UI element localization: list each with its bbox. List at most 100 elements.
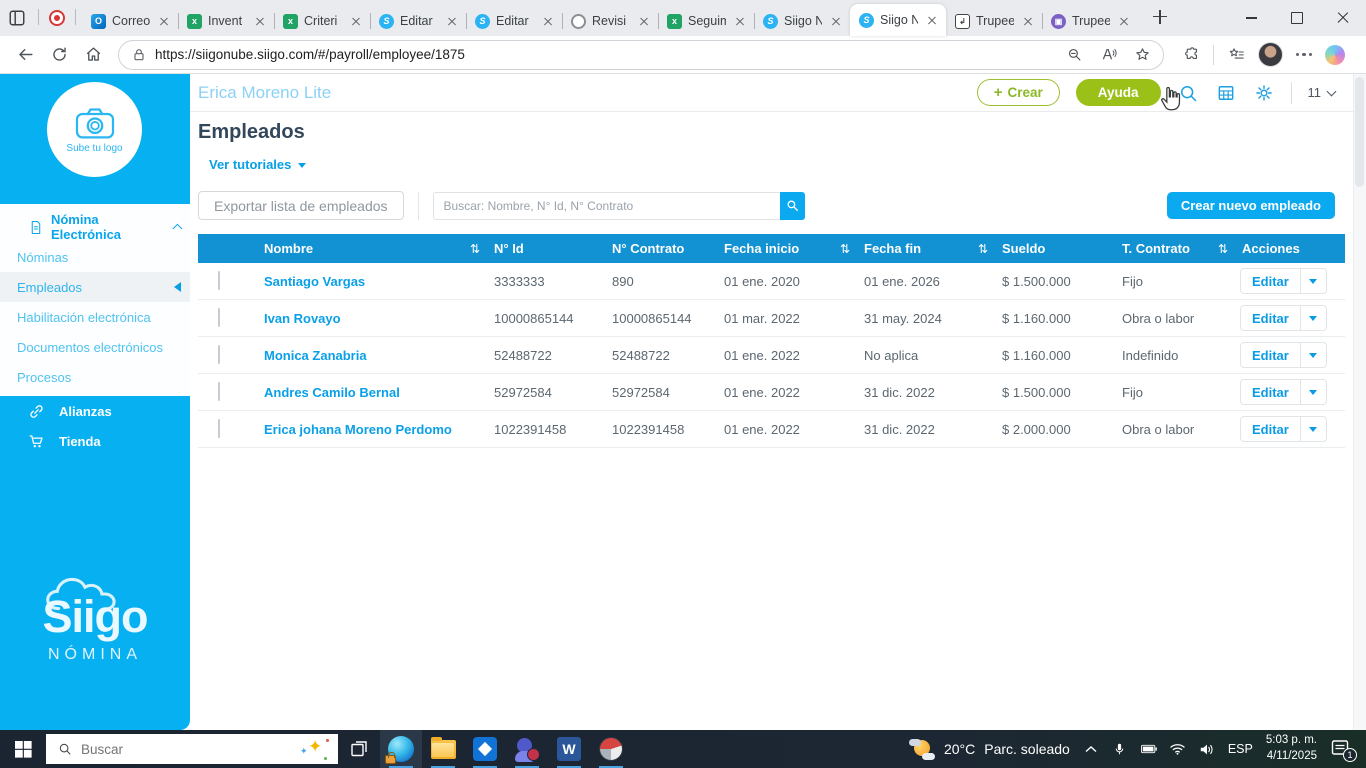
collections-icon[interactable] bbox=[1223, 42, 1249, 68]
close-icon[interactable] bbox=[540, 13, 556, 29]
close-icon[interactable] bbox=[1116, 13, 1132, 29]
zoom-out-icon[interactable] bbox=[1061, 42, 1087, 68]
sidebar-item-tienda[interactable]: Tienda bbox=[0, 426, 190, 456]
taskbar-app-edge[interactable] bbox=[380, 730, 422, 768]
crear-button[interactable]: Crear bbox=[976, 79, 1060, 106]
upload-logo-button[interactable]: Sube tu logo bbox=[47, 82, 142, 177]
back-icon[interactable] bbox=[10, 40, 40, 70]
read-aloud-icon[interactable] bbox=[1095, 42, 1121, 68]
edit-dropdown-icon[interactable] bbox=[1299, 417, 1326, 441]
search-icon[interactable] bbox=[1177, 82, 1199, 104]
close-icon[interactable] bbox=[924, 12, 940, 28]
close-icon[interactable] bbox=[156, 13, 172, 29]
edit-dropdown-icon[interactable] bbox=[1299, 306, 1326, 330]
tab-correo[interactable]: Correo bbox=[82, 6, 178, 36]
row-checkbox[interactable] bbox=[218, 382, 220, 401]
taskbar-app-snip[interactable] bbox=[590, 730, 632, 768]
recording-indicator-icon[interactable] bbox=[49, 10, 65, 26]
sidebar-item-habilitacion[interactable]: Habilitación electrónica bbox=[0, 302, 190, 332]
employee-name-link[interactable]: Santiago Vargas bbox=[260, 274, 490, 289]
start-button[interactable] bbox=[0, 730, 46, 768]
employee-name-link[interactable]: Andres Camilo Bernal bbox=[260, 385, 490, 400]
row-checkbox[interactable] bbox=[218, 271, 220, 290]
tab-siigo-1[interactable]: Siigo N bbox=[754, 6, 850, 36]
microphone-icon[interactable] bbox=[1112, 741, 1128, 757]
edit-button[interactable]: Editar bbox=[1241, 269, 1300, 293]
employee-name-link[interactable]: Erica johana Moreno Perdomo bbox=[260, 422, 490, 437]
new-tab-button[interactable] bbox=[1146, 3, 1174, 31]
page-scrollbar[interactable] bbox=[1353, 74, 1366, 730]
sidebar-item-procesos[interactable]: Procesos bbox=[0, 362, 190, 392]
sort-icon[interactable]: ⇅ bbox=[1218, 242, 1228, 256]
search-button[interactable] bbox=[779, 191, 805, 220]
edit-dropdown-icon[interactable] bbox=[1299, 343, 1326, 367]
edit-button[interactable]: Editar bbox=[1241, 343, 1300, 367]
clock[interactable]: 5:03 p. m. 4/11/2025 bbox=[1266, 733, 1317, 764]
close-icon[interactable] bbox=[1020, 13, 1036, 29]
notification-center-button[interactable]: 1 bbox=[1330, 738, 1357, 762]
taskbar-app-file-explorer[interactable] bbox=[422, 730, 464, 768]
close-icon[interactable] bbox=[348, 13, 364, 29]
edit-dropdown-icon[interactable] bbox=[1299, 380, 1326, 404]
address-bar[interactable]: https://siigonube.siigo.com/#/payroll/em… bbox=[118, 39, 1164, 70]
sort-icon[interactable]: ⇅ bbox=[840, 242, 850, 256]
edit-button[interactable]: Editar bbox=[1241, 380, 1300, 404]
export-button[interactable]: Exportar lista de empleados bbox=[198, 191, 404, 220]
employee-name-link[interactable]: Ivan Rovayo bbox=[260, 311, 490, 326]
task-view-button[interactable] bbox=[338, 730, 380, 768]
tab-actions-icon[interactable] bbox=[6, 7, 28, 29]
create-employee-button[interactable]: Crear nuevo empleado bbox=[1166, 192, 1335, 219]
tab-seguim[interactable]: Seguim bbox=[658, 6, 754, 36]
row-checkbox[interactable] bbox=[218, 308, 220, 327]
tab-invent[interactable]: Invent bbox=[178, 6, 274, 36]
employee-name-link[interactable]: Monica Zanabria bbox=[260, 348, 490, 363]
taskbar-search-input[interactable] bbox=[81, 741, 295, 757]
tab-revisi[interactable]: Revisi bbox=[562, 6, 658, 36]
taskbar-app-devops[interactable] bbox=[464, 730, 506, 768]
taskbar-search[interactable]: ✦✦ bbox=[46, 734, 338, 764]
sidebar-item-nominas[interactable]: Nóminas bbox=[0, 242, 190, 272]
close-icon[interactable] bbox=[252, 13, 268, 29]
edit-button[interactable]: Editar bbox=[1241, 417, 1300, 441]
browser-menu-icon[interactable] bbox=[1292, 52, 1316, 57]
catalog-table-icon[interactable] bbox=[1215, 82, 1237, 104]
tab-siigo-active[interactable]: Siigo N bbox=[850, 4, 946, 36]
tab-editar-2[interactable]: Editar bbox=[466, 6, 562, 36]
edit-dropdown-icon[interactable] bbox=[1299, 269, 1326, 293]
wifi-icon[interactable] bbox=[1170, 743, 1186, 755]
taskbar-app-teams[interactable] bbox=[506, 730, 548, 768]
employee-search-input[interactable] bbox=[432, 191, 780, 220]
edit-button[interactable]: Editar bbox=[1241, 306, 1300, 330]
weather-widget[interactable]: 20°C Parc. soleado bbox=[908, 738, 1070, 760]
tab-trupee-2[interactable]: Trupee bbox=[1042, 6, 1138, 36]
close-icon[interactable] bbox=[732, 13, 748, 29]
company-selector[interactable]: 11 bbox=[1308, 85, 1337, 100]
extensions-icon[interactable] bbox=[1178, 42, 1204, 68]
tray-expand-icon[interactable] bbox=[1083, 745, 1099, 753]
refresh-icon[interactable] bbox=[44, 40, 74, 70]
ayuda-button[interactable]: Ayuda bbox=[1075, 79, 1161, 106]
sidebar-section-nomina-electronica[interactable]: Nómina Electrónica bbox=[0, 204, 190, 242]
gear-icon[interactable] bbox=[1253, 82, 1275, 104]
sidebar-item-alianzas[interactable]: Alianzas bbox=[0, 396, 190, 426]
language-indicator[interactable]: ESP bbox=[1228, 742, 1253, 756]
tab-criteri[interactable]: Criteri bbox=[274, 6, 370, 36]
maximize-button[interactable] bbox=[1274, 0, 1320, 36]
url-text[interactable]: https://siigonube.siigo.com/#/payroll/em… bbox=[155, 47, 1053, 62]
battery-icon[interactable] bbox=[1140, 744, 1157, 754]
close-icon[interactable] bbox=[636, 13, 652, 29]
row-checkbox[interactable] bbox=[218, 345, 220, 364]
tab-editar-1[interactable]: Editar bbox=[370, 6, 466, 36]
row-checkbox[interactable] bbox=[218, 419, 220, 438]
copilot-icon[interactable] bbox=[1325, 44, 1346, 65]
scrollbar-thumb[interactable] bbox=[1355, 77, 1364, 187]
window-close-button[interactable] bbox=[1320, 0, 1366, 36]
tab-trupee-1[interactable]: Trupee bbox=[946, 6, 1042, 36]
volume-icon[interactable] bbox=[1199, 743, 1215, 756]
close-icon[interactable] bbox=[828, 13, 844, 29]
favorite-star-icon[interactable] bbox=[1129, 42, 1155, 68]
taskbar-app-word[interactable] bbox=[548, 730, 590, 768]
home-icon[interactable] bbox=[78, 40, 108, 70]
sidebar-item-empleados[interactable]: Empleados bbox=[0, 272, 190, 302]
close-icon[interactable] bbox=[444, 13, 460, 29]
